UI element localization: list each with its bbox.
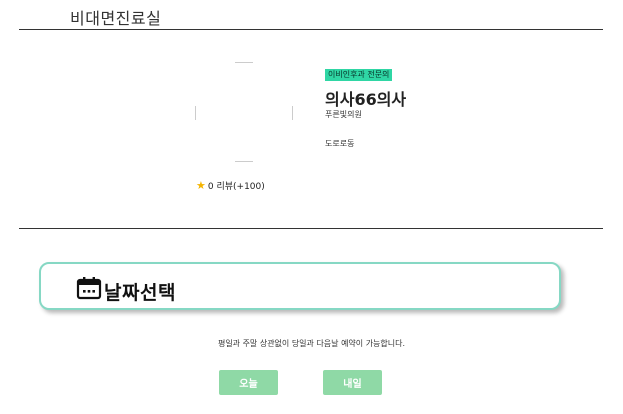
top-divider: [19, 29, 603, 30]
tomorrow-button[interactable]: 내일: [323, 370, 382, 395]
calendar-icon: [76, 277, 102, 300]
booking-notice: 평일과 주말 상관없이 당일과 다음날 예약이 가능합니다.: [217, 339, 406, 348]
page-title: 비대면진료실: [70, 9, 162, 28]
clinic-name: 푸른빛의원: [325, 110, 362, 119]
doctor-photo: [192, 62, 296, 162]
review-count[interactable]: ★ 0 리뷰(+100): [196, 179, 265, 192]
today-button[interactable]: 오늘: [219, 370, 278, 395]
star-icon: ★: [196, 179, 206, 192]
date-select-title: 날짜선택: [104, 282, 176, 304]
clinic-location: 도로로동: [325, 139, 355, 148]
department-badge: 이비인후과 전문의: [325, 69, 393, 81]
review-text: 0 리뷰(+100): [207, 182, 265, 192]
doctor-name: 의사66의사: [325, 90, 407, 109]
section-divider: [19, 228, 603, 229]
